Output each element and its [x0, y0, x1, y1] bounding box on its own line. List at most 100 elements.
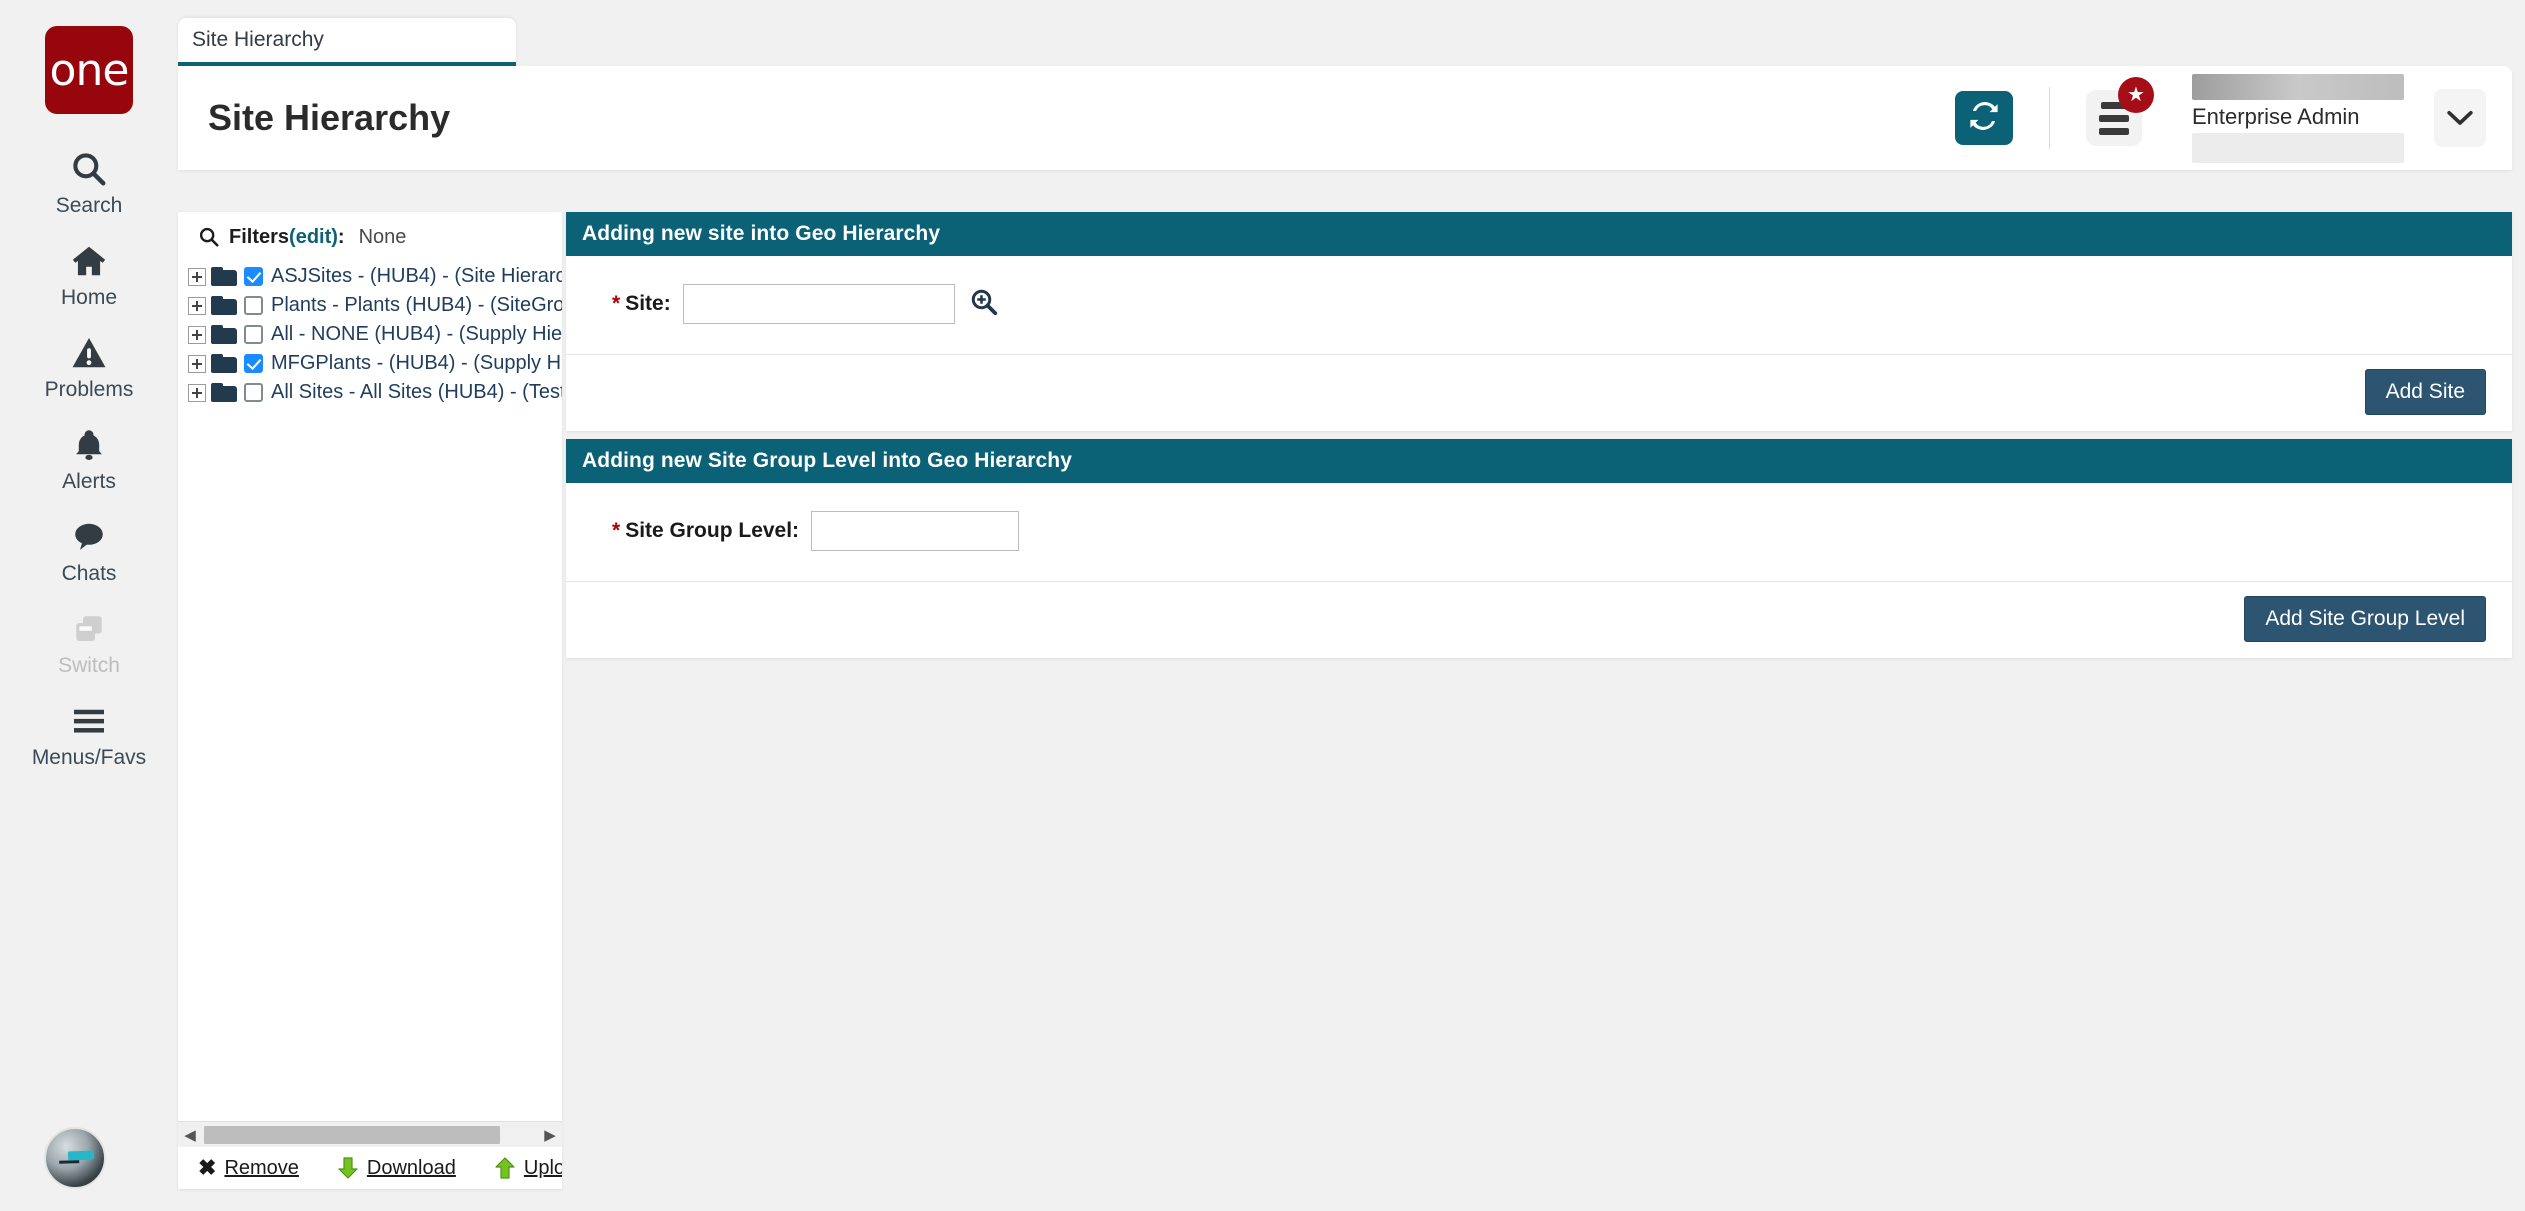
expand-icon[interactable]	[188, 267, 206, 286]
site-group-level-label-text: Site Group Level:	[625, 519, 800, 542]
search-icon	[70, 149, 108, 189]
required-asterisk: *	[612, 292, 621, 315]
site-field-row: * Site:	[566, 284, 2512, 324]
star-badge-icon: ★	[2118, 77, 2154, 113]
download-label: Download	[366, 1156, 456, 1179]
tree-node-label: All - NONE (HUB4) - (Supply Hierarchy)	[271, 323, 562, 345]
sidebar-item-menus-favs[interactable]: Menus/Favs	[0, 688, 178, 780]
site-group-level-field-row: * Site Group Level:	[566, 511, 2512, 551]
list-menu-button[interactable]: ★	[2086, 77, 2154, 146]
upload-label: Upload	[523, 1156, 562, 1179]
search-icon	[198, 226, 220, 248]
add-site-panel: Adding new site into Geo Hierarchy * Site…	[566, 212, 2512, 431]
tree-node-label: MFGPlants - (HUB4) - (Supply Hierarchy)	[271, 352, 562, 374]
filters-value: None	[358, 225, 407, 248]
scroll-left-icon[interactable]: ◀	[178, 1126, 202, 1144]
add-site-button[interactable]: Add Site	[2364, 369, 2486, 415]
tree-checkbox[interactable]	[244, 325, 263, 344]
filters-edit-link[interactable]: (edit)	[289, 226, 338, 249]
main-content: Adding new site into Geo Hierarchy * Site…	[566, 212, 2512, 666]
hierarchy-panel: Filters (edit) : None ASJSites - (HUB4) …	[178, 212, 562, 1189]
table-row[interactable]: ASJSites - (HUB4) - (Site Hierarchy)	[184, 262, 562, 291]
panel-body: * Site:	[566, 256, 2512, 354]
table-row[interactable]: MFGPlants - (HUB4) - (Supply Hierarchy)	[184, 349, 562, 378]
redacted-user-name	[2192, 73, 2404, 100]
expand-icon[interactable]	[188, 325, 206, 344]
sidebar-item-switch: Switch	[0, 596, 178, 688]
site-label-text: Site:	[625, 292, 671, 315]
chat-icon	[70, 517, 108, 557]
list-menu-icon-bar	[2099, 114, 2129, 122]
app-root: one Search Home Problems Alerts Chats Sw…	[0, 0, 2525, 1211]
download-button[interactable]: Download	[329, 1156, 456, 1180]
refresh-icon	[1968, 100, 2000, 137]
site-group-level-field-label: * Site Group Level:	[612, 519, 799, 543]
redacted-user-detail	[2192, 132, 2404, 163]
tree-checkbox[interactable]	[244, 267, 263, 286]
chevron-down-icon	[2447, 103, 2473, 134]
page-header: Site Hierarchy ★ Enterprise Admin	[178, 66, 2512, 170]
filters-label: Filters	[229, 225, 290, 248]
switch-icon	[70, 609, 108, 649]
remove-label: Remove	[224, 1156, 299, 1179]
header-divider	[2049, 87, 2050, 149]
sidebar-item-label: Search	[55, 194, 123, 217]
avatar[interactable]	[44, 1127, 106, 1189]
sidebar-item-search[interactable]: Search	[0, 136, 178, 228]
sidebar-item-label: Home	[60, 286, 118, 309]
tree-actions: ✖ Remove Download Upload	[178, 1147, 562, 1189]
page-title: Site Hierarchy	[208, 97, 451, 138]
left-nav-rail: one Search Home Problems Alerts Chats Sw…	[0, 0, 178, 1211]
sidebar-item-alerts[interactable]: Alerts	[0, 412, 178, 504]
panel-footer: Add Site	[566, 354, 2512, 431]
tree-node-label: Plants - Plants (HUB4) - (SiteGroup1 Pla…	[271, 294, 562, 316]
tab-site-hierarchy[interactable]: Site Hierarchy	[178, 18, 516, 66]
tree-checkbox[interactable]	[244, 354, 263, 373]
user-info[interactable]: Enterprise Admin	[2192, 73, 2404, 163]
tree-checkbox[interactable]	[244, 296, 263, 315]
expand-icon[interactable]	[188, 296, 206, 315]
avatar-visor	[67, 1150, 95, 1160]
table-row[interactable]: Plants - Plants (HUB4) - (SiteGroup1 Pla…	[184, 291, 562, 320]
remove-button[interactable]: ✖ Remove	[190, 1157, 299, 1180]
x-icon: ✖	[198, 1155, 217, 1180]
list-menu-icon-bar	[2099, 127, 2129, 135]
sidebar-item-label: Switch	[58, 654, 120, 677]
site-input[interactable]	[682, 284, 955, 324]
refresh-button[interactable]	[1955, 91, 2013, 145]
folder-icon	[211, 296, 237, 315]
one-logo[interactable]: one	[45, 26, 133, 114]
nav-list: Search Home Problems Alerts Chats Switch…	[0, 136, 178, 780]
add-site-group-level-button[interactable]: Add Site Group Level	[2244, 596, 2486, 642]
table-row[interactable]: All - NONE (HUB4) - (Supply Hierarchy)	[184, 320, 562, 349]
add-site-group-level-panel: Adding new Site Group Level into Geo Hie…	[566, 439, 2512, 658]
site-group-level-input[interactable]	[811, 511, 1020, 551]
header-controls: ★ Enterprise Admin	[1955, 73, 2512, 163]
filters-colon: :	[337, 225, 345, 248]
upload-arrow-icon	[494, 1156, 516, 1180]
hierarchy-tree: ASJSites - (HUB4) - (Site Hierarchy) Pla…	[178, 262, 562, 407]
tree-node-label: All Sites - All Sites (HUB4) - (Test Hie…	[271, 381, 562, 403]
folder-icon	[211, 354, 237, 373]
magnifier-plus-icon	[969, 287, 999, 322]
sidebar-item-home[interactable]: Home	[0, 228, 178, 320]
tab-strip: Site Hierarchy	[178, 18, 516, 66]
table-row[interactable]: All Sites - All Sites (HUB4) - (Test Hie…	[184, 378, 562, 407]
tab-label: Site Hierarchy	[192, 28, 324, 51]
filters-bar: Filters (edit) : None	[178, 212, 562, 262]
tree-checkbox[interactable]	[244, 383, 263, 402]
required-asterisk: *	[612, 519, 621, 542]
folder-icon	[211, 383, 237, 402]
panel-title: Adding new Site Group Level into Geo Hie…	[566, 439, 2512, 483]
expand-icon[interactable]	[188, 383, 206, 402]
expand-icon[interactable]	[188, 354, 206, 373]
scroll-right-icon[interactable]: ▶	[538, 1126, 562, 1144]
upload-button[interactable]: Upload	[486, 1156, 562, 1180]
site-picker-button[interactable]	[969, 287, 999, 322]
sidebar-item-problems[interactable]: Problems	[0, 320, 178, 412]
sidebar-item-chats[interactable]: Chats	[0, 504, 178, 596]
scrollbar-thumb[interactable]	[204, 1125, 500, 1144]
panel-title: Adding new site into Geo Hierarchy	[566, 212, 2512, 256]
user-menu-button[interactable]	[2434, 89, 2486, 147]
horizontal-scrollbar[interactable]: ◀ ▶	[178, 1121, 562, 1147]
